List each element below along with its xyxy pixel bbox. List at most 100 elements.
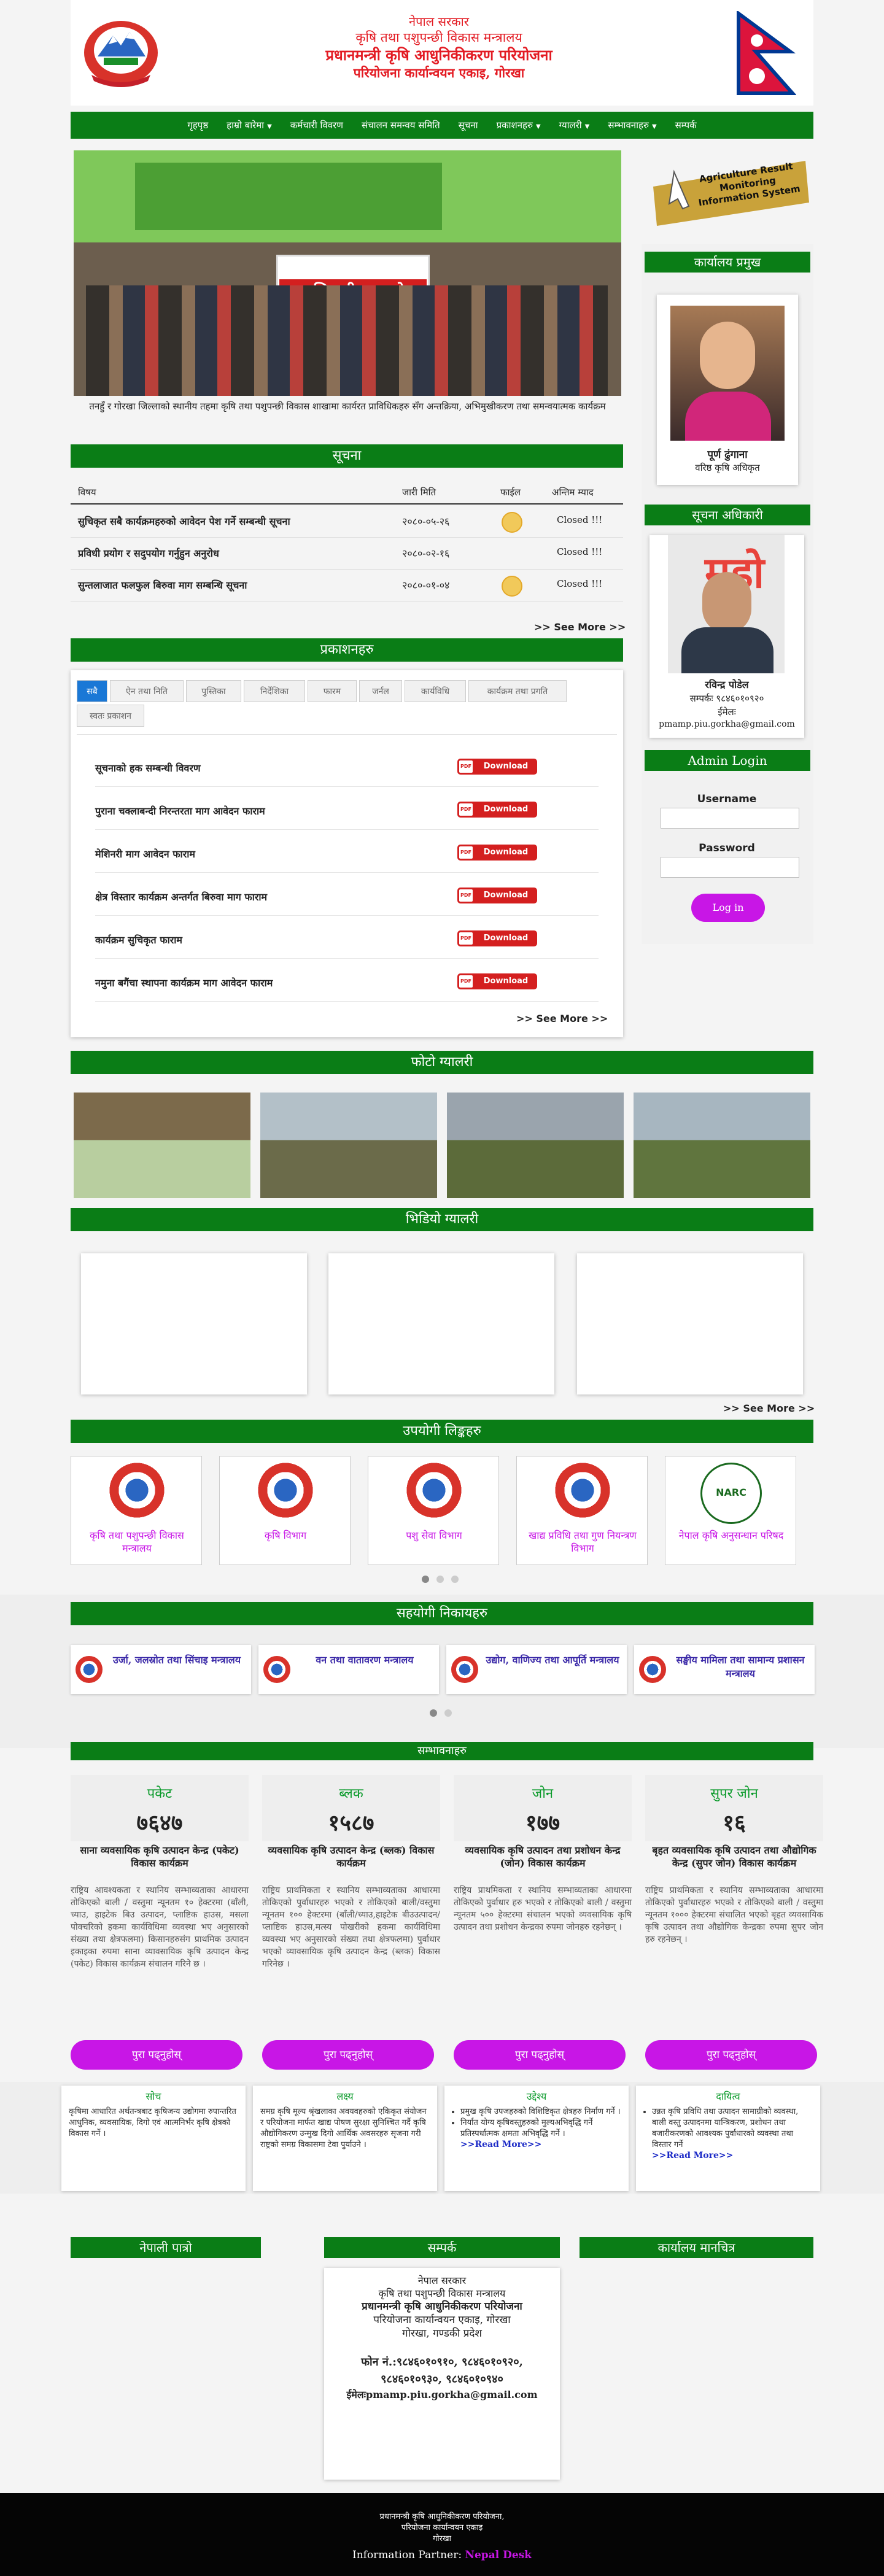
notices-see-more[interactable]: >> See More >> [534,621,626,633]
gallery-photo[interactable] [74,1093,250,1198]
video-see-more[interactable]: >> See More >> [723,1402,815,1414]
nav-item-2[interactable]: कर्मचारी विवरण [281,119,352,131]
publications-see-more[interactable]: >> See More >> [516,1013,608,1024]
nav-item-3[interactable]: संचालन समन्वय समिति [352,119,449,131]
read-more-button[interactable]: पुरा पढ्नुहोस् [645,2040,817,2070]
tab-3[interactable]: निर्देशिका [244,680,305,702]
useful-link-label[interactable]: नेपाल कृषि अनुसन्धान परिषद [669,1529,793,1542]
table-row[interactable]: प्रविधी प्रयोग र सदुपयोग गर्नुहुन अनुरोध… [71,538,623,570]
nav-item-7[interactable]: सम्भावनाहरु ▼ [599,119,665,131]
office-head-title: कार्यालय प्रमुख [645,252,810,273]
video-frame-2[interactable] [328,1253,554,1394]
contact-ministry: कृषि तथा पशुपन्छी विकास मन्त्रालय [378,2288,506,2299]
partner-card[interactable]: वन तथा वातावरण मन्त्रालय [258,1645,439,1694]
hero-photo[interactable]: अभिमुखीकरण गो [74,150,621,396]
publication-title[interactable]: पुराना चक्लाबन्दी निरन्तरता माग आवेदन फा… [95,804,265,818]
partner-card[interactable]: उर्जा, जलस्रोत तथा सिंचाइ मन्त्रालय [71,1645,251,1694]
tab-8[interactable]: स्वतः प्रकाशन [77,705,144,727]
site-header: नेपाल सरकार कृषि तथा पशुपन्छी विकास मन्त… [71,0,813,106]
useful-link-label[interactable]: कृषि तथा पशुपन्छी विकास मन्त्रालय [75,1529,199,1555]
partner-card[interactable]: उद्योग, वाणिज्य तथा आपूर्ति मन्त्रालय [446,1645,627,1694]
useful-link-card[interactable]: कृषि विभाग [219,1456,351,1565]
gallery-photo[interactable] [447,1093,624,1198]
info-officer-title: सूचना अधिकारी [645,505,810,525]
partner-card[interactable]: सङ्घीय मामिला तथा सामान्य प्रशासन मन्त्र… [634,1645,815,1694]
tab-7[interactable]: कार्यक्रम तथा प्रगति [468,680,567,702]
notice-subject[interactable]: प्रविधी प्रयोग र सदुपयोग गर्नुहुन अनुरोध [78,546,219,560]
publication-title[interactable]: सूचनाको हक सम्बन्धी विवरण [95,761,201,775]
login-form: Username Password Log in [649,779,804,933]
nav-label: सूचना [458,120,478,131]
read-more-button[interactable]: पुरा पढ्नुहोस् [262,2040,434,2070]
login-button[interactable]: Log in [691,894,765,922]
password-label: Password [699,842,755,854]
col-deadline: अन्तिम म्याद [552,487,594,498]
download-button[interactable]: Download [457,930,537,946]
notice-deadline: Closed !!! [557,578,603,589]
useful-link-label[interactable]: खाद्य प्रविधि तथा गुण नियन्त्रण विभाग [521,1529,645,1555]
table-row[interactable]: सुचिकृत सबै कार्यक्रमहरुको आवेदन पेश गर्… [71,506,623,538]
download-button[interactable]: Download [457,802,537,818]
arms-link[interactable]: Agriculture Result Monitoring Informatio… [652,158,810,227]
tab-6[interactable]: कार्यविधि [405,680,466,702]
read-more-button[interactable]: पुरा पढ्नुहोस् [454,2040,626,2070]
possibility-card: जोन १७७ व्यवसायिक कृषि उत्पादन तथा प्रशोधन… [454,1775,632,2076]
gallery-photo[interactable] [634,1093,810,1198]
download-button[interactable]: Download [457,845,537,861]
video-frame-1[interactable] [81,1253,307,1394]
info-partner: Information Partner: Nepal Desk [0,2547,884,2563]
contact-email[interactable]: ईमेलःpmamp.piu.gorkha@gmail.com [324,2388,560,2402]
tab-1[interactable]: ऐन तथा निति [110,680,184,702]
file-download-icon[interactable] [502,576,522,597]
tab-2[interactable]: पुस्तिका [186,680,241,702]
nav-item-8[interactable]: सम्पर्क [666,119,706,131]
read-more-link[interactable]: >>Read More>> [460,2140,621,2149]
contact-gov: नेपाल सरकार [417,2275,467,2286]
tab-0[interactable]: सबै [77,680,107,702]
tab-5[interactable]: जर्नल [359,680,402,702]
password-input[interactable] [661,857,799,878]
useful-link-card[interactable]: NARC नेपाल कृषि अनुसन्धान परिषद [665,1456,796,1565]
info-partner-link[interactable]: Nepal Desk [465,2549,532,2561]
carousel-dots[interactable] [422,1576,462,1583]
useful-link-card[interactable]: पशु सेवा विभाग [368,1456,499,1565]
useful-link-card[interactable]: कृषि तथा पशुपन्छी विकास मन्त्रालय [71,1456,202,1565]
info-officer-email[interactable]: pmamp.piu.gorkha@gmail.com [649,719,804,729]
video-gallery-title: भिडियो ग्यालरी [71,1208,813,1231]
read-more-link[interactable]: >>Read More>> [652,2151,813,2160]
office-head-photo [670,306,785,441]
nav-item-4[interactable]: सूचना [449,119,487,131]
possibility-heading: व्यवसायिक कृषि उत्पादन केन्द्र (ब्लक) वि… [268,1844,435,1869]
gallery-photo[interactable] [260,1093,437,1198]
username-input[interactable] [661,808,799,829]
nav-item-6[interactable]: ग्यालरी ▼ [550,119,599,131]
download-button[interactable]: Download [457,888,537,903]
footer-line-1: प्रधानमन्त्री कृषि आधुनिकीकरण परियोजना, [379,2512,505,2521]
photo-gallery-title: फोटो ग्यालरी [71,1051,813,1074]
nav-item-5[interactable]: प्रकाशनहरु ▼ [487,119,550,131]
useful-link-label[interactable]: कृषि विभाग [223,1529,347,1542]
download-button[interactable]: Download [457,759,537,775]
tab-4[interactable]: फारम [308,680,357,702]
notices-title: सूचना [71,444,623,468]
video-frame-3[interactable] [577,1253,803,1394]
read-more-button[interactable]: पुरा पढ्नुहोस् [71,2040,242,2070]
publication-title[interactable]: कार्यक्रम सुचिकृत फाराम [95,933,182,946]
useful-link-label[interactable]: पशु सेवा विभाग [372,1529,496,1542]
useful-link-card[interactable]: खाद्य प्रविधि तथा गुण नियन्त्रण विभाग [516,1456,648,1565]
notice-subject[interactable]: सुन्तलाजात फलफुल बिरुवा माग सम्बन्धि सूच… [78,578,247,592]
file-download-icon[interactable] [502,512,522,533]
publication-title[interactable]: क्षेत्र विस्तार कार्यक्रम अन्तर्गत बिरुव… [95,890,267,903]
nav-item-1[interactable]: हाम्रो बारेमा ▼ [217,119,281,131]
publication-title[interactable]: मेशिनरी माग आवेदन फाराम [95,847,195,861]
contact-project: प्रधानमन्त्री कृषि आधुनिकीकरण परियोजना [362,2300,522,2313]
download-button[interactable]: Download [457,973,537,989]
publication-title[interactable]: नमुना बगैंचा स्थापना कार्यक्रम माग आवेदन… [95,976,273,989]
notice-subject[interactable]: सुचिकृत सबै कार्यक्रमहरुको आवेदन पेश गर्… [78,514,290,528]
vision-list: उन्नत कृषि प्रविधि तथा उत्पादन सामाग्रीक… [652,2106,813,2151]
table-row[interactable]: सुन्तलाजात फलफुल बिरुवा माग सम्बन्धि सूच… [71,570,623,601]
site-footer: प्रधानमन्त्री कृषि आधुनिकीकरण परियोजना, … [0,2493,884,2576]
nepal-emblem-icon[interactable] [79,14,163,90]
nav-item-0[interactable]: गृहपृष्ठ [178,119,217,131]
partners-dots[interactable] [430,1709,454,1717]
